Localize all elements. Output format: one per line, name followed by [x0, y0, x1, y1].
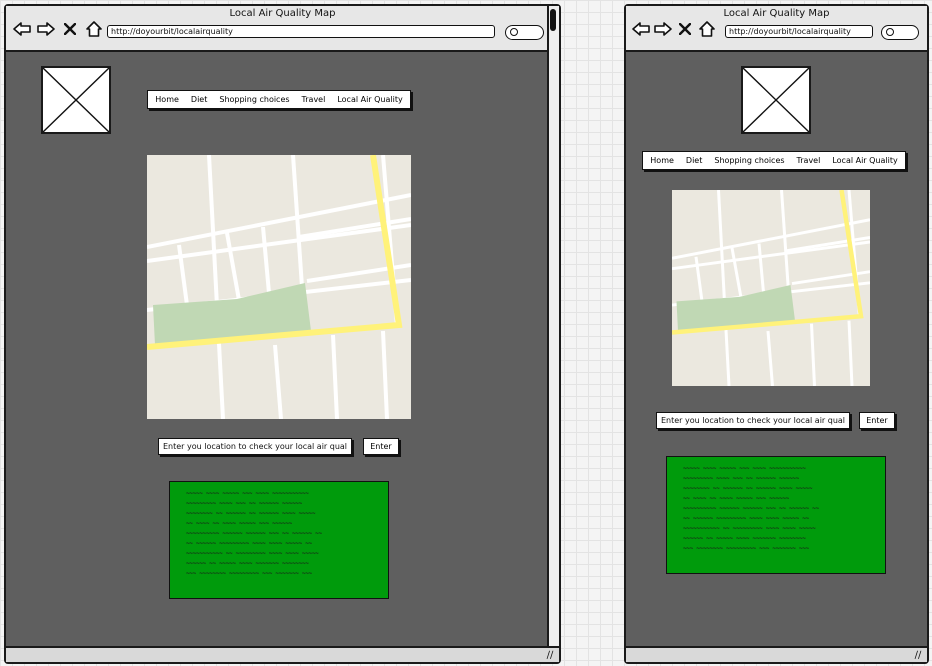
menu-item-travel[interactable]: Travel: [302, 95, 326, 104]
desktop-browser-window: Local Air Quality Map Home Diet S: [4, 4, 561, 664]
menu-item-home[interactable]: Home: [650, 156, 674, 165]
result-text-line: ~~~~~~~~~~~ ~~ ~~~~~~~~~ ~~~~ ~~~~ ~~~~~: [186, 550, 319, 557]
result-text-line: ~~~~~ ~~~~ ~~~~~ ~~~ ~~~~ ~~~~~~~~~~~: [683, 465, 806, 472]
address-bar[interactable]: [107, 25, 495, 38]
menu-item-travel[interactable]: Travel: [797, 156, 821, 165]
result-text-line: ~~ ~~~~ ~~ ~~~~ ~~~~~ ~~~ ~~~~~~: [186, 520, 292, 527]
image-placeholder-icon: [43, 68, 109, 132]
home-button[interactable]: [84, 19, 104, 39]
forward-button[interactable]: [653, 19, 673, 39]
air-quality-map[interactable]: [147, 155, 411, 419]
scrollbar-thumb[interactable]: [550, 9, 556, 31]
back-button[interactable]: [631, 19, 651, 39]
close-icon: [64, 23, 76, 35]
status-bar: ∕∕: [6, 646, 559, 662]
home-icon: [699, 21, 715, 37]
result-text-line: ~~~~~~ ~~ ~~~~~ ~~~~ ~~~~~~~ ~~~~~~~~: [186, 560, 309, 567]
result-text-line: ~~~~~~~~~ ~~~~ ~~~ ~~ ~~~~~~ ~~~~~~: [186, 500, 302, 507]
close-icon: [679, 23, 691, 35]
result-text-line: ~~~~~~~~~ ~~~~ ~~~ ~~ ~~~~~~ ~~~~~~: [683, 475, 799, 482]
menu-item-diet[interactable]: Diet: [686, 156, 702, 165]
forward-arrow-icon: [654, 22, 672, 36]
result-text-line: ~~ ~~~~~~ ~~~~~~~~~ ~~~~ ~~~~ ~~~~~ ~~: [186, 540, 312, 547]
back-button[interactable]: [12, 19, 32, 39]
air-quality-result-panel: ~~~~~ ~~~~ ~~~~~ ~~~ ~~~~ ~~~~~~~~~~~ ~~…: [169, 481, 389, 599]
home-icon: [86, 21, 102, 37]
map-graphic: [147, 155, 411, 419]
main-nav-menu: Home Diet Shopping choices Travel Local …: [147, 90, 411, 109]
result-text-line: ~~~~~~~~ ~~ ~~~~~~ ~~ ~~~~~~ ~~~~ ~~~~~: [683, 485, 813, 492]
location-input[interactable]: [656, 412, 850, 429]
result-text-line: ~~~ ~~~~~~~~ ~~~~~~~~~ ~~~ ~~~~~~~ ~~~: [683, 545, 809, 552]
enter-button[interactable]: Enter: [859, 412, 895, 429]
stop-button[interactable]: [675, 19, 695, 39]
forward-button[interactable]: [36, 19, 56, 39]
menu-item-local-air-quality[interactable]: Local Air Quality: [337, 95, 402, 104]
logo-placeholder: [741, 66, 811, 134]
result-text-line: ~~ ~~~~~~ ~~~~~~~~~ ~~~~ ~~~~ ~~~~~ ~~: [683, 515, 809, 522]
result-text-line: ~~~~~~~~ ~~ ~~~~~~ ~~ ~~~~~~ ~~~~ ~~~~~: [186, 510, 316, 517]
result-text-line: ~~~~~~ ~~ ~~~~~ ~~~~ ~~~~~~~ ~~~~~~~~: [683, 535, 806, 542]
window-title: Local Air Quality Map: [229, 8, 336, 19]
nav-buttons: [12, 19, 104, 39]
main-nav-menu: Home Diet Shopping choices Travel Local …: [642, 151, 906, 170]
result-text-line: ~~~~~~~~~~~ ~~ ~~~~~~~~~ ~~~~ ~~~~ ~~~~~: [683, 525, 816, 532]
stop-button[interactable]: [60, 19, 80, 39]
logo-placeholder: [41, 66, 111, 134]
window-title: Local Air Quality Map: [723, 8, 830, 19]
location-input[interactable]: [158, 438, 352, 455]
search-button[interactable]: [505, 25, 544, 40]
address-bar[interactable]: [725, 25, 873, 38]
nav-buttons: [631, 19, 717, 39]
enter-button[interactable]: Enter: [363, 438, 399, 455]
result-text-line: ~~~~~~~~~~ ~~~~~~ ~~~~~~ ~~~ ~~ ~~~~~~ ~…: [186, 530, 322, 537]
search-icon: [510, 28, 518, 36]
home-button[interactable]: [697, 19, 717, 39]
resize-grip-icon[interactable]: ∕∕: [913, 651, 923, 661]
result-text-line: ~~~~~~~~~~ ~~~~~~ ~~~~~~ ~~~ ~~ ~~~~~~ ~…: [683, 505, 819, 512]
menu-item-diet[interactable]: Diet: [191, 95, 207, 104]
result-text-line: ~~ ~~~~ ~~ ~~~~ ~~~~~ ~~~ ~~~~~~: [683, 495, 789, 502]
menu-item-shopping-choices[interactable]: Shopping choices: [219, 95, 289, 104]
menu-item-local-air-quality[interactable]: Local Air Quality: [832, 156, 897, 165]
search-icon: [886, 28, 894, 36]
menu-item-shopping-choices[interactable]: Shopping choices: [714, 156, 784, 165]
back-arrow-icon: [632, 22, 650, 36]
resize-grip-icon[interactable]: ∕∕: [545, 651, 555, 661]
menu-item-home[interactable]: Home: [155, 95, 179, 104]
forward-arrow-icon: [37, 22, 55, 36]
title-bar: Local Air Quality Map: [6, 6, 559, 52]
status-bar: ∕∕: [626, 646, 927, 662]
result-text-line: ~~~~~ ~~~~ ~~~~~ ~~~ ~~~~ ~~~~~~~~~~~: [186, 490, 309, 497]
title-bar: Local Air Quality Map: [626, 6, 927, 52]
air-quality-result-panel: ~~~~~ ~~~~ ~~~~~ ~~~ ~~~~ ~~~~~~~~~~~ ~~…: [666, 456, 886, 574]
map-graphic: [672, 190, 870, 386]
tablet-browser-window: Local Air Quality Map Home Diet Shopping…: [624, 4, 929, 664]
air-quality-map[interactable]: [672, 190, 870, 386]
search-button[interactable]: [881, 25, 919, 40]
result-text-line: ~~~ ~~~~~~~~ ~~~~~~~~~ ~~~ ~~~~~~~ ~~~: [186, 570, 312, 577]
back-arrow-icon: [13, 22, 31, 36]
image-placeholder-icon: [743, 68, 809, 132]
vertical-scrollbar[interactable]: [547, 6, 559, 662]
